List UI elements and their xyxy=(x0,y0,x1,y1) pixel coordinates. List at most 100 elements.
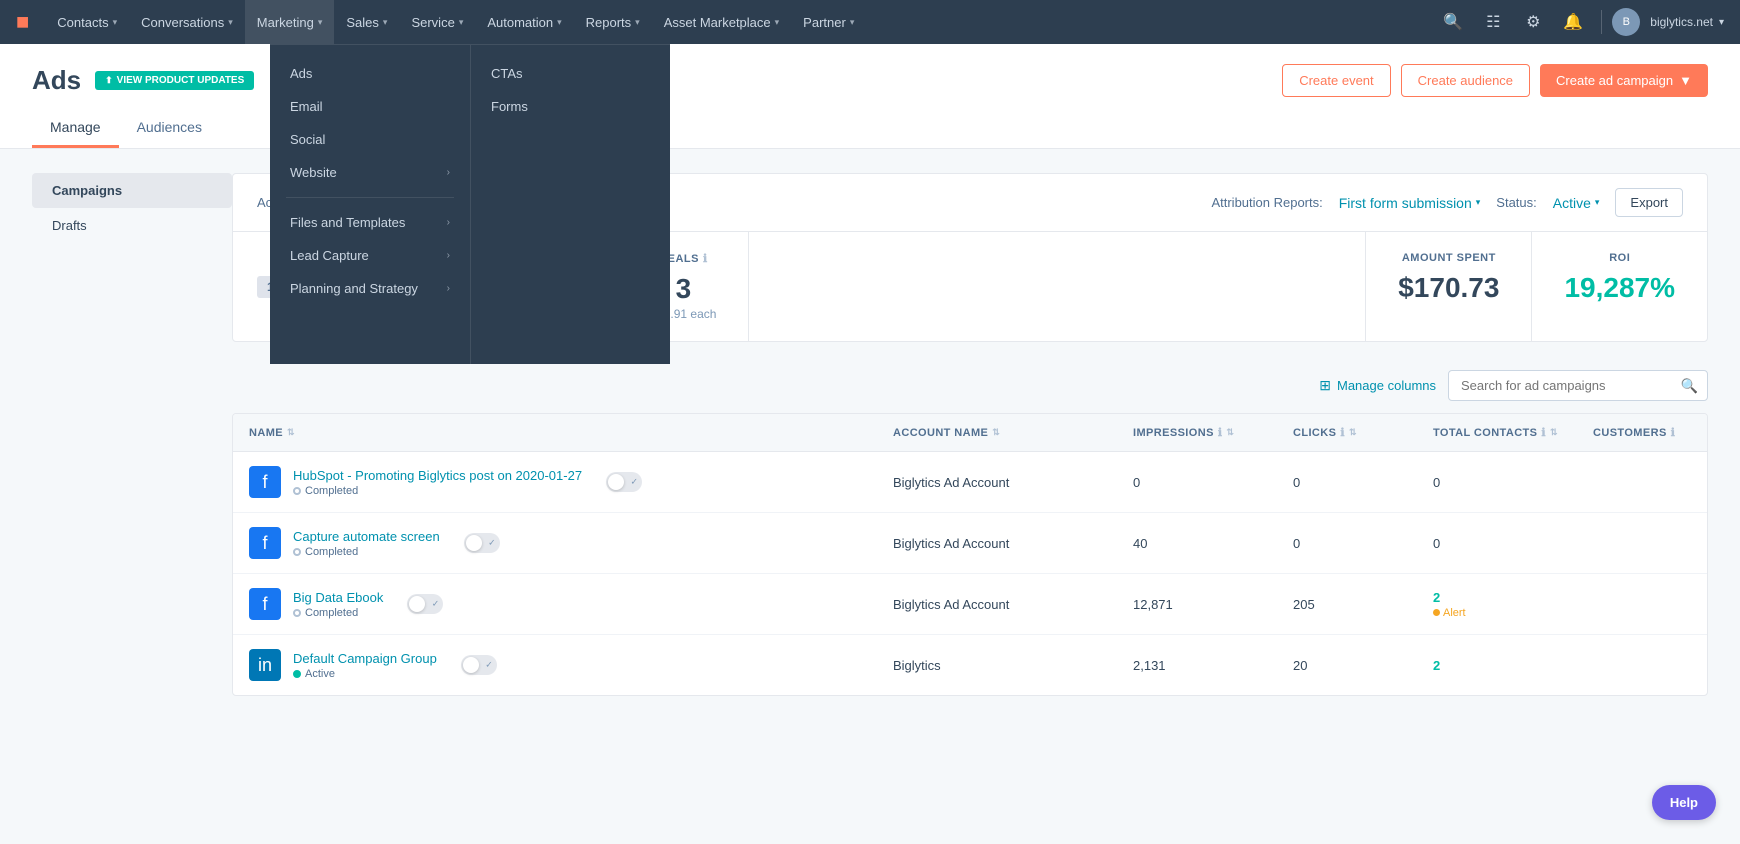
toggle-check-icon: ✓ xyxy=(631,477,639,488)
stat-roi: ROI 19,287% xyxy=(1532,232,1707,341)
attribution-caret: ▾ xyxy=(1476,197,1481,208)
sidebar-item-campaigns[interactable]: Campaigns xyxy=(32,173,232,208)
nav-partner[interactable]: Partner ▾ xyxy=(791,0,866,44)
stats-spacer xyxy=(749,232,1365,341)
nav-conversations[interactable]: Conversations ▾ xyxy=(129,0,245,44)
campaign-info: Default Campaign Group Active xyxy=(293,651,437,680)
table-row: f Capture automate screen Completed ✓ Bi… xyxy=(233,513,1707,574)
search-icon[interactable]: 🔍 xyxy=(1681,377,1698,394)
info-contacts-icon[interactable]: ℹ xyxy=(1541,426,1546,439)
table-row: f Big Data Ebook Completed ✓ Biglytics A… xyxy=(233,574,1707,635)
marketing-dropdown-col1: Ads Email Social Website › Files and Tem… xyxy=(270,45,470,364)
campaign-title[interactable]: Big Data Ebook xyxy=(293,590,383,605)
dropdown-email[interactable]: Email xyxy=(270,90,470,123)
files-templates-arrow: › xyxy=(447,217,450,228)
automation-caret: ▾ xyxy=(557,17,562,28)
tab-audiences[interactable]: Audiences xyxy=(119,109,220,148)
campaign-toggle[interactable]: ✓ xyxy=(606,472,642,492)
create-event-button[interactable]: Create event xyxy=(1282,64,1390,97)
total-contacts-cell: 2 Alert xyxy=(1417,576,1577,633)
user-avatar[interactable]: B xyxy=(1612,8,1640,36)
create-campaign-button[interactable]: Create ad campaign ▼ xyxy=(1540,64,1708,97)
nav-contacts[interactable]: Contacts ▾ xyxy=(45,0,129,44)
account-name-cell: Biglytics xyxy=(877,644,1117,687)
status-dropdown[interactable]: Active ▾ xyxy=(1553,195,1600,211)
export-button[interactable]: Export xyxy=(1615,188,1683,217)
info-customers-icon[interactable]: ℹ xyxy=(1671,426,1676,439)
nav-automation[interactable]: Automation ▾ xyxy=(475,0,573,44)
sidebar-item-drafts[interactable]: Drafts xyxy=(32,208,232,243)
campaign-status: Completed xyxy=(293,607,383,619)
toggle-check-icon: ✓ xyxy=(485,660,493,671)
campaign-title[interactable]: Capture automate screen xyxy=(293,529,440,544)
sort-clicks-icon[interactable]: ⇅ xyxy=(1349,427,1357,438)
th-total-contacts: TOTAL CONTACTS ℹ ⇅ xyxy=(1417,414,1577,451)
account-name[interactable]: biglytics.net xyxy=(1650,15,1713,29)
clicks-cell: 0 xyxy=(1277,461,1417,504)
dropdown-social[interactable]: Social xyxy=(270,123,470,156)
settings-icon[interactable]: ⚙ xyxy=(1515,4,1551,40)
search-box: 🔍 xyxy=(1448,370,1708,401)
search-input[interactable] xyxy=(1448,370,1708,401)
dropdown-forms[interactable]: Forms xyxy=(471,90,670,123)
campaign-toggle[interactable]: ✓ xyxy=(461,655,497,675)
campaign-title[interactable]: HubSpot - Promoting Biglytics post on 20… xyxy=(293,468,582,483)
dropdown-ads[interactable]: Ads xyxy=(270,57,470,90)
campaign-title[interactable]: Default Campaign Group xyxy=(293,651,437,666)
manage-columns-button[interactable]: Manage columns xyxy=(1319,377,1436,394)
search-button[interactable]: 🔍 xyxy=(1435,4,1471,40)
status-label: Status: xyxy=(1496,195,1536,210)
table-row: in Default Campaign Group Active ✓ Bigly… xyxy=(233,635,1707,695)
product-update-badge[interactable]: VIEW PRODUCT UPDATES xyxy=(95,71,254,90)
nav-asset-marketplace[interactable]: Asset Marketplace ▾ xyxy=(652,0,791,44)
campaign-info: Big Data Ebook Completed xyxy=(293,590,383,619)
status-dot xyxy=(293,670,301,678)
dropdown-planning-strategy[interactable]: Planning and Strategy › xyxy=(270,272,470,305)
nav-reports[interactable]: Reports ▾ xyxy=(574,0,652,44)
th-account-name: ACCOUNT NAME ⇅ xyxy=(877,414,1117,451)
attribution-dropdown[interactable]: First form submission ▾ xyxy=(1339,195,1481,211)
campaign-name-cell: f Capture automate screen Completed ✓ xyxy=(233,513,877,573)
create-audience-button[interactable]: Create audience xyxy=(1401,64,1530,97)
dropdown-lead-capture[interactable]: Lead Capture › xyxy=(270,239,470,272)
hubspot-logo[interactable]: ■ xyxy=(16,9,29,35)
campaign-name-cell: in Default Campaign Group Active ✓ xyxy=(233,635,877,695)
customers-cell xyxy=(1577,468,1707,496)
marketplace-icon[interactable]: ☷ xyxy=(1475,4,1511,40)
account-name-cell: Biglytics Ad Account xyxy=(877,522,1117,565)
th-impressions: IMPRESSIONS ℹ ⇅ xyxy=(1117,414,1277,451)
toggle-check-icon: ✓ xyxy=(432,599,440,610)
campaign-toggle[interactable]: ✓ xyxy=(464,533,500,553)
top-navigation: ■ Contacts ▾ Conversations ▾ Marketing ▾… xyxy=(0,0,1740,44)
toggle-cell: ✓ xyxy=(606,472,642,492)
dropdown-website[interactable]: Website › xyxy=(270,156,470,189)
roi-value: 19,287% xyxy=(1564,272,1675,304)
sort-impressions-icon[interactable]: ⇅ xyxy=(1226,427,1234,438)
nav-marketing[interactable]: Marketing ▾ xyxy=(245,0,335,44)
nav-divider xyxy=(1601,10,1602,34)
deals-info-icon[interactable]: ℹ xyxy=(703,252,708,265)
campaign-name-cell: f HubSpot - Promoting Biglytics post on … xyxy=(233,452,877,512)
impressions-cell: 0 xyxy=(1117,461,1277,504)
th-customers: CUSTOMERS ℹ xyxy=(1577,414,1707,451)
tab-manage[interactable]: Manage xyxy=(32,109,119,148)
toggle-cell: ✓ xyxy=(461,655,497,675)
campaign-status: Completed xyxy=(293,546,440,558)
dropdown-ctas[interactable]: CTAs xyxy=(471,57,670,90)
campaign-toggle[interactable]: ✓ xyxy=(407,594,443,614)
nav-right-section: 🔍 ☷ ⚙ 🔔 B biglytics.net ▾ xyxy=(1435,4,1724,40)
platform-icon: f xyxy=(249,466,281,498)
info-clicks-icon[interactable]: ℹ xyxy=(1340,426,1345,439)
nav-service[interactable]: Service ▾ xyxy=(399,0,475,44)
dropdown-files-templates[interactable]: Files and Templates › xyxy=(270,206,470,239)
account-caret[interactable]: ▾ xyxy=(1719,17,1724,28)
sort-contacts-icon[interactable]: ⇅ xyxy=(1550,427,1558,438)
impressions-cell: 2,131 xyxy=(1117,644,1277,687)
nav-sales[interactable]: Sales ▾ xyxy=(334,0,399,44)
help-button[interactable]: Help xyxy=(1652,785,1716,820)
notifications-icon[interactable]: 🔔 xyxy=(1555,4,1591,40)
amount-spent-label: AMOUNT SPENT xyxy=(1398,252,1499,264)
sort-name-icon[interactable]: ⇅ xyxy=(287,427,295,438)
info-impressions-icon[interactable]: ℹ xyxy=(1218,426,1223,439)
sort-account-icon[interactable]: ⇅ xyxy=(992,427,1000,438)
